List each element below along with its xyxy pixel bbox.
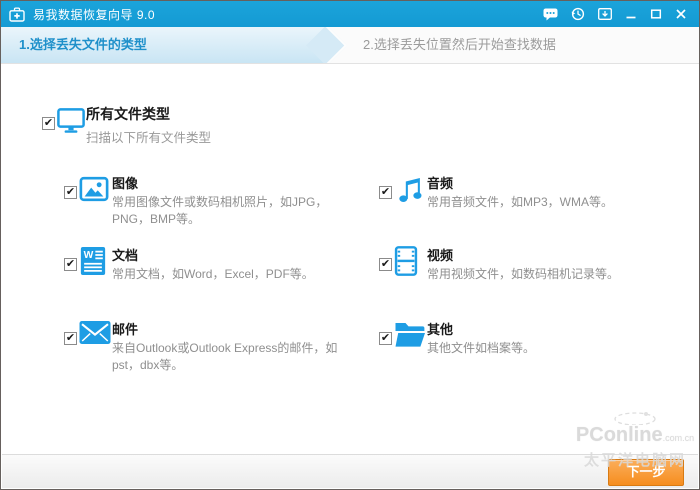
file-type-item-images[interactable]: 图像 常用图像文件或数码相机照片，如JPG，PNG，BMP等。 — [64, 173, 362, 228]
wizard-steps: 1.选择丢失文件的类型 2.选择丢失位置然后开始查找数据 — [1, 27, 699, 64]
file-type-title: 视频 — [427, 248, 454, 263]
checkbox-other[interactable] — [379, 332, 392, 345]
step-1-active: 1.选择丢失文件的类型 — [1, 27, 327, 63]
open-folder-icon — [394, 320, 426, 353]
minimize-icon[interactable] — [625, 8, 637, 20]
file-type-description: 常用图像文件或数码相机照片，如JPG，PNG，BMP等。 — [112, 195, 328, 226]
image-icon — [79, 174, 109, 209]
file-type-description: 来自Outlook或Outlook Express的邮件，如pst，dbx等。 — [112, 341, 338, 372]
film-strip-icon — [394, 246, 418, 281]
checkbox-video[interactable] — [379, 258, 392, 271]
close-icon[interactable] — [675, 8, 687, 20]
file-type-description: 常用视频文件，如数码相机记录等。 — [427, 267, 620, 281]
step-1-label: 1.选择丢失文件的类型 — [19, 37, 147, 52]
file-type-description: 常用文档，如Word，Excel，PDF等。 — [112, 267, 314, 281]
monitor-icon — [57, 108, 85, 139]
file-type-item-email[interactable]: 邮件 来自Outlook或Outlook Express的邮件，如pst，dbx… — [64, 319, 362, 374]
svg-text:W: W — [84, 250, 94, 261]
window-controls — [543, 7, 687, 21]
envelope-icon — [79, 320, 111, 350]
file-type-title: 其他 — [427, 322, 454, 337]
app-window: 易我数据恢复向导 9.0 1.选择丢失文件的类型 2.选择丢失位置然后开始查找数… — [0, 0, 700, 490]
all-types-title: 所有文件类型 — [86, 106, 170, 122]
toolbox-plus-icon — [9, 6, 25, 22]
footer-bar: 下一步 — [2, 454, 698, 488]
file-type-description: 其他文件如档案等。 — [427, 341, 536, 355]
file-type-item-documents[interactable]: W 文档 常用文档，如Word，Excel，PDF等。 — [64, 245, 362, 283]
titlebar: 易我数据恢复向导 9.0 — [1, 1, 699, 27]
next-step-button[interactable]: 下一步 — [608, 459, 684, 486]
file-type-description: 常用音频文件，如MP3，WMA等。 — [427, 195, 614, 209]
window-title: 易我数据恢复向导 9.0 — [33, 7, 156, 22]
file-type-title: 文档 — [112, 248, 139, 263]
checkbox-images[interactable] — [64, 186, 77, 199]
file-type-item-video[interactable]: 视频 常用视频文件，如数码相机记录等。 — [379, 245, 695, 283]
checkbox-documents[interactable] — [64, 258, 77, 271]
all-types-description: 扫描以下所有文件类型 — [86, 131, 212, 145]
maximize-icon[interactable] — [650, 8, 662, 20]
tray-window-icon[interactable] — [598, 8, 612, 20]
checkbox-audio[interactable] — [379, 186, 392, 199]
file-type-title: 图像 — [112, 176, 139, 191]
content-area: 所有文件类型 扫描以下所有文件类型 图像 常用图像文件或数码相机照片，如JPG，… — [2, 64, 698, 455]
step-2-label: 2.选择丢失位置然后开始查找数据 — [363, 37, 556, 52]
checkbox-email[interactable] — [64, 332, 77, 345]
music-note-icon — [394, 174, 424, 209]
history-clock-icon[interactable] — [571, 7, 585, 21]
word-document-icon: W — [79, 246, 107, 281]
file-type-title: 音频 — [427, 176, 454, 191]
feedback-bubble-icon[interactable] — [543, 8, 558, 21]
file-type-item-audio[interactable]: 音频 常用音频文件，如MP3，WMA等。 — [379, 173, 695, 211]
checkbox-all-types[interactable] — [42, 117, 55, 130]
file-type-title: 邮件 — [112, 322, 139, 337]
file-type-item-all[interactable]: 所有文件类型 扫描以下所有文件类型 — [42, 104, 211, 146]
file-type-item-other[interactable]: 其他 其他文件如档案等。 — [379, 319, 695, 357]
